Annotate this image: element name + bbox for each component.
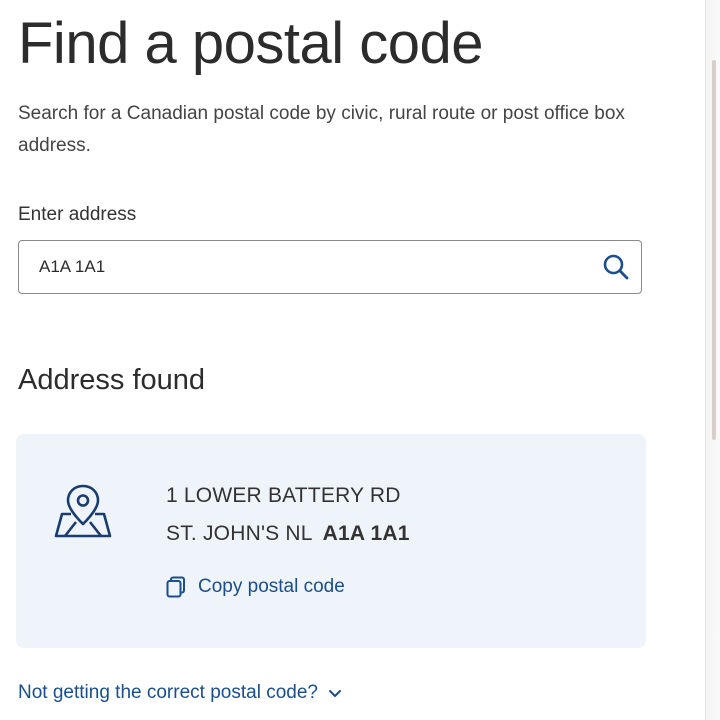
scrollbar-thumb[interactable] [712, 60, 716, 440]
map-pin-icon [54, 484, 112, 538]
address-search-box [18, 240, 642, 294]
address-input[interactable] [39, 241, 579, 292]
address-city-line: ST. JOHN'S NL A1A 1A1 [166, 522, 410, 546]
intro-text: Search for a Canadian postal code by civ… [18, 103, 625, 156]
page: Find a postal code Search for a Canadian… [0, 0, 720, 720]
search-icon [603, 254, 629, 280]
scrollbar-track[interactable] [705, 0, 720, 720]
chevron-down-icon [328, 690, 341, 697]
address-street: 1 LOWER BATTERY RD [166, 484, 401, 507]
help-link-label: Not getting the correct postal code? [18, 682, 318, 703]
copy-postal-code-label: Copy postal code [198, 576, 345, 597]
address-postal-code: A1A 1A1 [322, 522, 410, 545]
copy-icon [166, 576, 185, 598]
copy-postal-code-button[interactable]: Copy postal code [166, 576, 345, 598]
help-link[interactable]: Not getting the correct postal code? [18, 682, 342, 704]
result-card: 1 LOWER BATTERY RD ST. JOHN'S NL A1A 1A1 … [16, 434, 646, 648]
search-button[interactable] [601, 252, 631, 282]
address-label: Enter address [18, 204, 137, 225]
results-heading: Address found [18, 364, 206, 396]
page-title: Find a postal code [18, 11, 483, 76]
address-city-province: ST. JOHN'S NL [166, 522, 313, 545]
